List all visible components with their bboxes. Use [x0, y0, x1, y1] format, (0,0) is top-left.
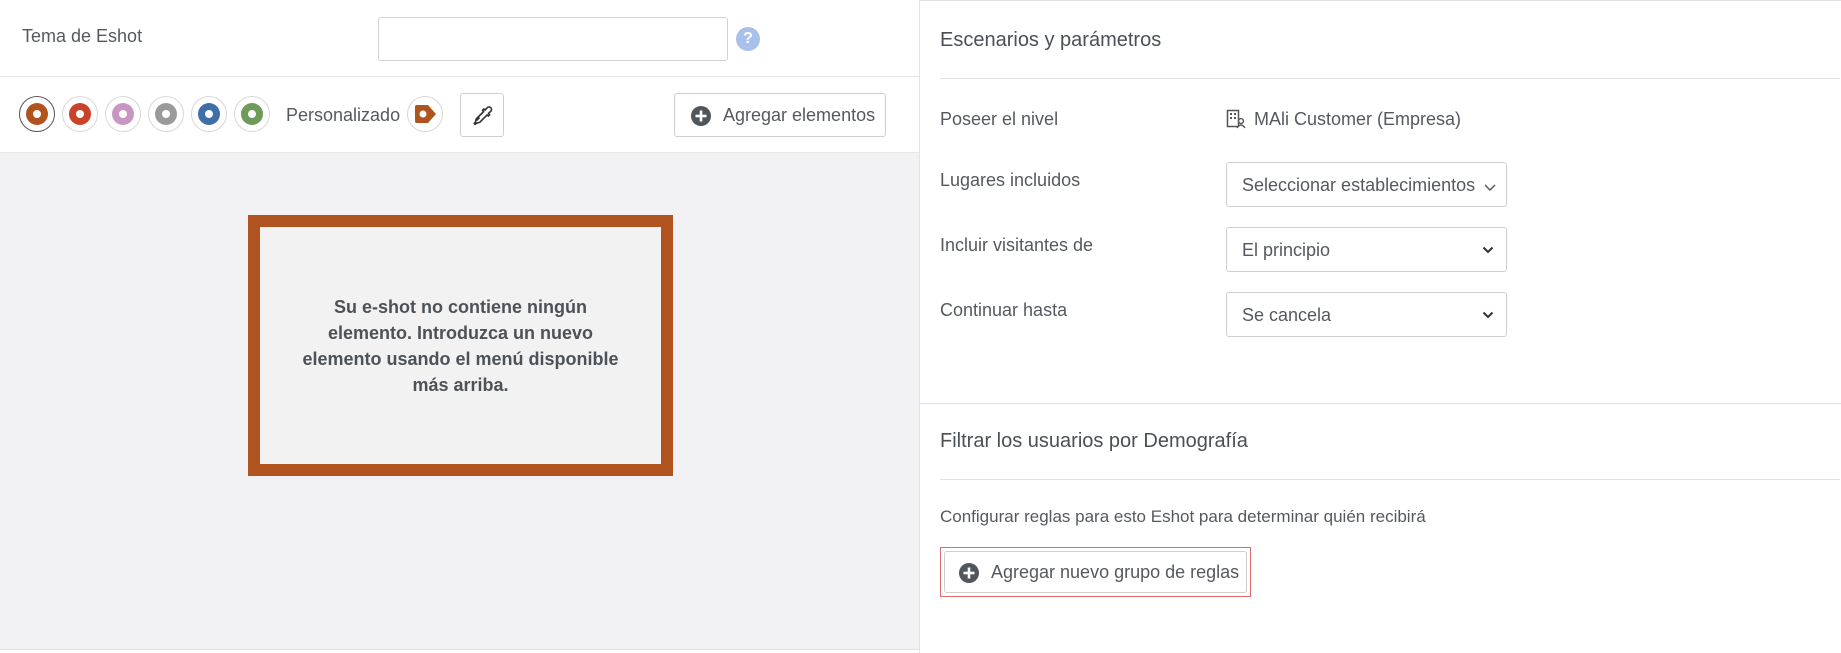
custom-color-swatch[interactable] — [407, 96, 443, 132]
editor-pane: Tema de Eshot ? Personalizado Agregar el… — [0, 0, 920, 653]
chevron-down-icon — [1484, 184, 1496, 191]
places-select-value: Seleccionar establecimientos — [1242, 175, 1476, 195]
settings-pane: Escenarios y parámetros Poseer el nivel … — [920, 0, 1841, 653]
color-swatch-dot — [69, 103, 91, 125]
color-swatch-4[interactable] — [148, 96, 184, 132]
chevron-down-icon — [1482, 246, 1494, 254]
plus-circle-icon — [959, 563, 979, 583]
color-swatch-dot — [112, 103, 134, 125]
theme-toolbar: Personalizado Agregar elementos — [0, 77, 919, 153]
add-elements-label: Agregar elementos — [723, 105, 876, 125]
color-swatch-6[interactable] — [234, 96, 270, 132]
continue-select-value: Se cancela — [1242, 305, 1332, 325]
add-rule-group-label: Agregar nuevo grupo de reglas — [991, 562, 1240, 582]
add-rule-group-button[interactable]: Agregar nuevo grupo de reglas — [944, 551, 1247, 593]
places-select[interactable]: Seleccionar establecimientos — [1226, 162, 1507, 207]
scenarios-title: Escenarios y parámetros — [940, 29, 1162, 51]
visitors-select-value: El principio — [1242, 240, 1331, 260]
color-swatch-1[interactable] — [19, 96, 55, 132]
continue-select[interactable]: Se cancela — [1226, 292, 1507, 337]
color-swatch-dot — [155, 103, 177, 125]
color-swatch-5[interactable] — [191, 96, 227, 132]
demography-description: Configurar reglas para esto Eshot para d… — [940, 507, 1426, 526]
places-label: Lugares incluidos — [940, 170, 1081, 190]
color-swatch-dot — [241, 103, 263, 125]
color-swatch-dot — [198, 103, 220, 125]
level-label: Poseer el nivel — [940, 109, 1059, 129]
eyedropper-button[interactable] — [460, 93, 504, 137]
continue-label: Continuar hasta — [940, 300, 1068, 320]
eshot-editor: Tema de Eshot ? Personalizado Agregar el… — [0, 0, 1841, 653]
plus-circle-icon — [691, 106, 711, 126]
level-value-text: MAli Customer (Empresa) — [1254, 109, 1462, 129]
level-value: MAli Customer (Empresa) — [1226, 109, 1461, 130]
add-elements-button[interactable]: Agregar elementos — [674, 93, 886, 137]
add-rule-group-highlight: Agregar nuevo grupo de reglas — [940, 547, 1251, 597]
empty-eshot-panel: Su e-shot no contiene ningún elemento. I… — [260, 227, 661, 464]
custom-color-tag-icon — [415, 105, 436, 123]
eshot-canvas: Su e-shot no contiene ningún elemento. I… — [0, 153, 919, 650]
scenarios-divider — [940, 78, 1840, 79]
chevron-down-icon — [1482, 311, 1494, 319]
color-swatch-dot — [26, 103, 48, 125]
visitors-select[interactable]: El principio — [1226, 227, 1507, 272]
custom-color-label: Personalizado — [286, 105, 401, 125]
demography-title: Filtrar los usuarios por Demografía — [940, 430, 1248, 452]
empty-eshot-message: Su e-shot no contiene ningún elemento. I… — [302, 296, 619, 395]
topic-row: Tema de Eshot ? — [0, 0, 919, 77]
visitors-label: Incluir visitantes de — [940, 235, 1094, 255]
topic-input[interactable] — [378, 17, 728, 61]
eyedropper-icon — [473, 106, 493, 126]
color-swatch-3[interactable] — [105, 96, 141, 132]
demography-divider — [940, 479, 1840, 480]
section-divider — [920, 403, 1841, 404]
color-swatch-2[interactable] — [62, 96, 98, 132]
help-icon[interactable]: ? — [736, 27, 760, 51]
building-user-icon — [1226, 109, 1246, 129]
empty-eshot-frame: Su e-shot no contiene ningún elemento. I… — [248, 215, 673, 476]
topic-label: Tema de Eshot — [22, 26, 143, 46]
